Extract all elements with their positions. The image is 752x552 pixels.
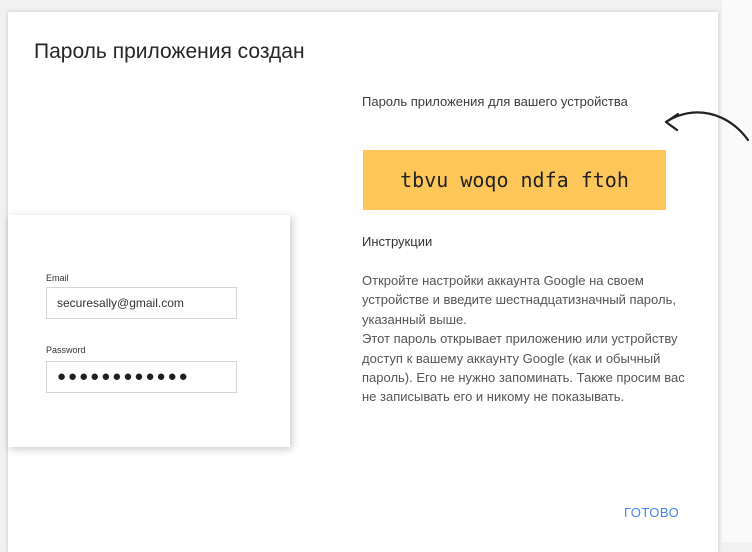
curved-arrow-icon bbox=[664, 111, 750, 142]
done-button[interactable]: ГОТОВО bbox=[624, 505, 679, 520]
email-label: Email bbox=[46, 273, 69, 283]
instructions-paragraph: Откройте настройки аккаунта Google на св… bbox=[362, 273, 676, 327]
instructions-text: Откройте настройки аккаунта Google на св… bbox=[362, 271, 702, 407]
background-strip bbox=[722, 0, 752, 542]
password-field[interactable]: ●●●●●●●●●●●● bbox=[46, 361, 237, 393]
dialog-title: Пароль приложения создан bbox=[34, 40, 305, 63]
instructions-heading: Инструкции bbox=[362, 234, 433, 249]
app-password-dialog: Пароль приложения создан Email securesal… bbox=[8, 12, 718, 552]
password-label: Password bbox=[46, 345, 86, 355]
app-password-value: tbvu woqo ndfa ftoh bbox=[363, 150, 666, 210]
app-password-caption: Пароль приложения для вашего устройства bbox=[362, 94, 628, 109]
instructions-paragraph: Этот пароль открывает приложению или уст… bbox=[362, 331, 685, 405]
login-form-illustration: Email securesally@gmail.com Password ●●●… bbox=[8, 215, 290, 447]
email-field[interactable]: securesally@gmail.com bbox=[46, 287, 237, 319]
